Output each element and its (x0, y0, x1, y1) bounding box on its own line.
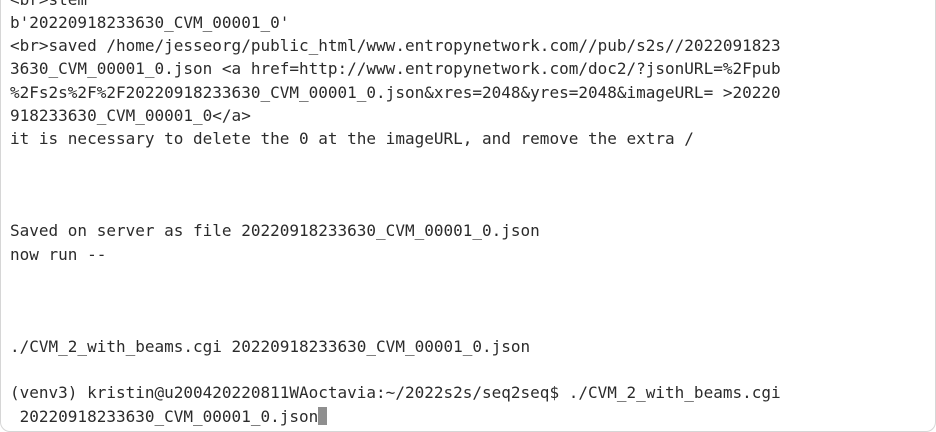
text-cursor (318, 406, 328, 425)
output-line: Saved on server as file 20220918233630_C… (10, 221, 540, 241)
terminal-window[interactable]: <br>stem b'20220918233630_CVM_00001_0' <… (0, 0, 936, 432)
output-line: <br>saved /home/jesseorg/public_html/www… (10, 36, 781, 56)
output-line: ./CVM_2_with_beams.cgi 20220918233630_CV… (10, 337, 531, 357)
output-line: <br>stem (10, 0, 931, 11)
command-input-line[interactable]: 20220918233630_CVM_00001_0.json (10, 405, 931, 428)
command-input-text[interactable]: 20220918233630_CVM_00001_0.json (10, 407, 319, 426)
output-line: now run -- (10, 244, 107, 264)
output-line: 918233630_CVM_00001_0</a> (10, 105, 251, 125)
output-line: b'20220918233630_CVM_00001_0' (10, 13, 290, 33)
prompt-line: (venv3) kristin@u200420220811WAoctavia:~… (10, 383, 781, 403)
output-line: it is necessary to delete the 0 at the i… (10, 128, 694, 148)
output-line: %2Fs2s%2F%2F20220918233630_CVM_00001_0.j… (10, 82, 781, 102)
terminal-output: <br>stem b'20220918233630_CVM_00001_0' <… (10, 0, 931, 428)
output-line: 3630_CVM_00001_0.json <a href=http://www… (10, 59, 781, 79)
